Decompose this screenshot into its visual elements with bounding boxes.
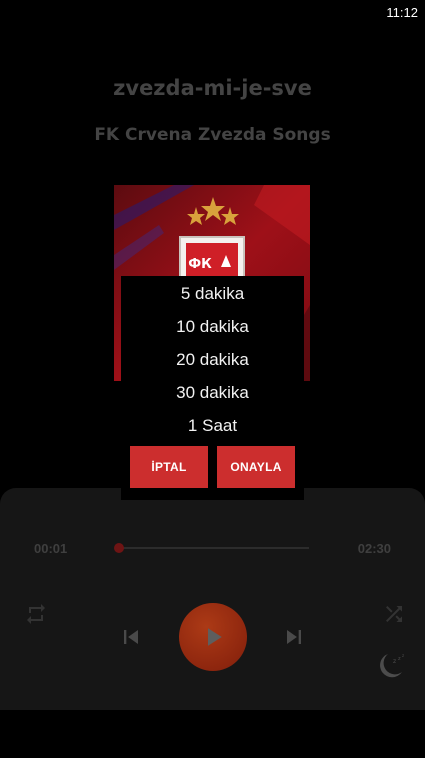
previous-button[interactable]: [117, 623, 145, 651]
status-bar: 11:12: [0, 0, 425, 24]
repeat-button[interactable]: [24, 602, 48, 626]
next-button[interactable]: [280, 623, 308, 651]
song-title: zvezda-mi-je-sve: [113, 76, 312, 100]
option-1-hour[interactable]: 1 Saat: [121, 416, 304, 436]
svg-text:z: z: [398, 656, 401, 662]
crest-letters: ФК: [188, 257, 212, 272]
player-panel: [0, 488, 425, 710]
option-10-minutes[interactable]: 10 dakika: [121, 317, 304, 337]
shuffle-icon: [386, 606, 402, 622]
svg-text:z: z: [393, 658, 396, 665]
cancel-button[interactable]: İPTAL: [130, 446, 208, 488]
total-time: 02:30: [357, 541, 391, 556]
sleep-timer-dialog: 5 dakika 10 dakika 20 dakika 30 dakika 1…: [121, 276, 304, 500]
skip-previous-icon: [124, 630, 138, 644]
option-20-minutes[interactable]: 20 dakika: [121, 350, 304, 370]
option-30-minutes[interactable]: 30 dakika: [121, 383, 304, 403]
repeat-icon: [27, 604, 45, 624]
play-button[interactable]: [179, 603, 247, 671]
moon-sleep-icon: z z z: [380, 653, 404, 678]
sleep-timer-button[interactable]: z z z: [374, 650, 408, 680]
skip-next-icon: [287, 630, 301, 644]
confirm-button[interactable]: ONAYLA: [217, 446, 295, 488]
svg-text:z: z: [402, 653, 404, 658]
artist-name: FK Crvena Zvezda Songs: [94, 125, 331, 145]
status-time: 11:12: [386, 5, 418, 20]
current-time: 00:01: [34, 541, 68, 556]
shuffle-button[interactable]: [382, 602, 406, 626]
seek-bar[interactable]: [118, 547, 309, 549]
option-5-minutes[interactable]: 5 dakika: [121, 284, 304, 304]
play-icon: [208, 628, 222, 646]
